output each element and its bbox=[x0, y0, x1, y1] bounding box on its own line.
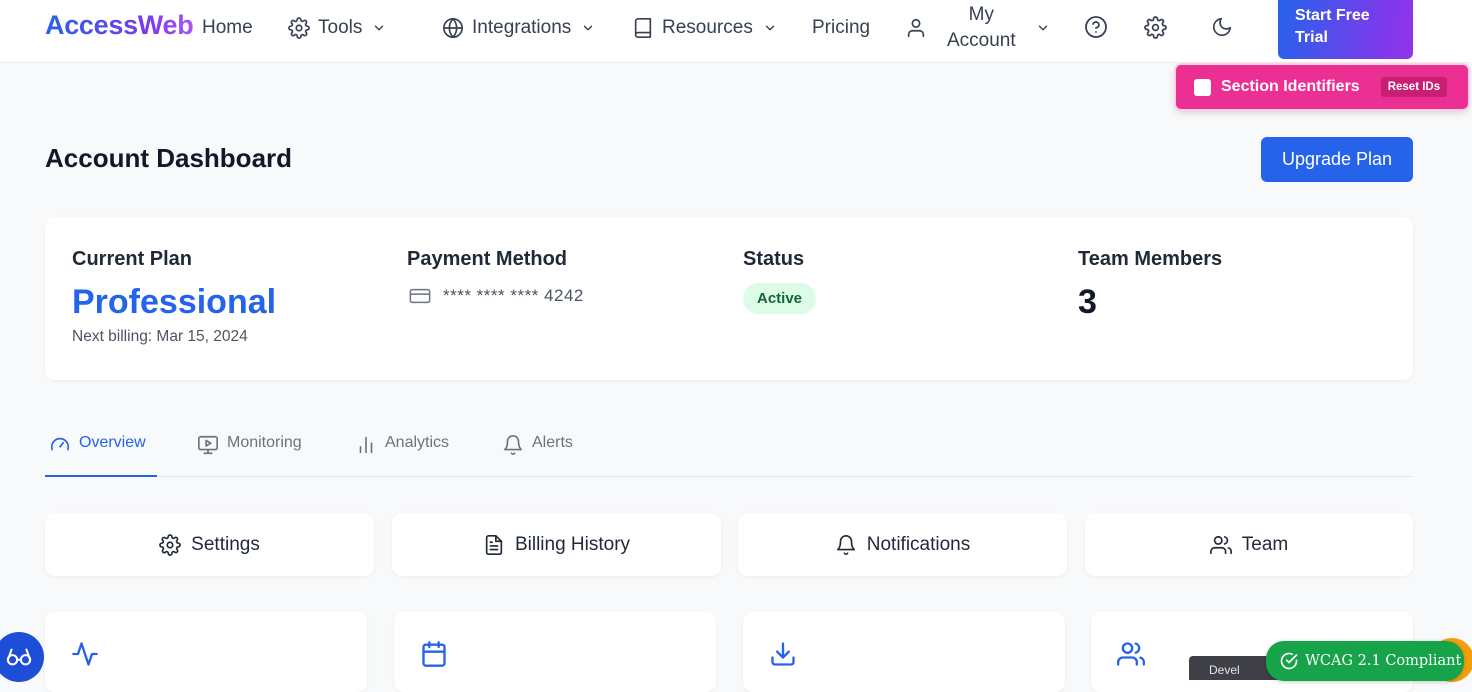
wcag-compliance-badge[interactable]: WCAG 2.1 Compliant bbox=[1266, 641, 1464, 681]
tab-alerts[interactable]: Alerts bbox=[502, 434, 573, 477]
bell-icon bbox=[502, 434, 524, 456]
accessibility-widget-button[interactable] bbox=[0, 632, 44, 682]
tab-overview-label: Overview bbox=[79, 434, 146, 451]
quick-action-billing-history-label: Billing History bbox=[514, 533, 631, 555]
user-icon bbox=[905, 17, 927, 39]
nav-resources-label: Resources bbox=[662, 17, 753, 38]
globe-icon bbox=[442, 17, 464, 39]
dark-mode-toggle[interactable] bbox=[1209, 14, 1235, 40]
team-members-count: 3 bbox=[1078, 283, 1097, 321]
quick-action-settings-label: Settings bbox=[191, 533, 260, 555]
credit-card-icon bbox=[407, 285, 433, 307]
section-identifiers-label: Section Identifiers bbox=[1221, 78, 1360, 95]
users-icon bbox=[1209, 534, 1232, 556]
chevron-down-icon bbox=[579, 21, 595, 35]
tab-analytics-label: Analytics bbox=[385, 434, 450, 451]
nav-pricing[interactable]: Pricing bbox=[812, 0, 870, 56]
tab-overview[interactable]: Overview bbox=[45, 434, 157, 477]
payment-card-row: **** **** **** 4242 bbox=[407, 285, 584, 307]
settings-button[interactable] bbox=[1142, 14, 1168, 40]
chevron-down-icon bbox=[1034, 21, 1050, 35]
moon-icon bbox=[1211, 16, 1233, 38]
quick-action-billing-history[interactable]: Billing History bbox=[392, 513, 721, 576]
status-label: Status bbox=[743, 248, 805, 270]
nav-my-account-label: My Account bbox=[947, 2, 1016, 54]
book-icon bbox=[632, 17, 654, 39]
reset-ids-button[interactable]: Reset IDs bbox=[1380, 77, 1448, 97]
section-identifiers-panel: Section Identifiers Reset IDs bbox=[1176, 65, 1468, 109]
nav-integrations-label: Integrations bbox=[472, 17, 572, 38]
page-title: Account Dashboard bbox=[45, 143, 293, 173]
account-summary-card: Current Plan Professional Next billing: … bbox=[45, 217, 1413, 380]
dev-tools-chip-label: Devel bbox=[1209, 663, 1240, 677]
section-identifiers-checkbox[interactable] bbox=[1194, 78, 1211, 96]
file-text-icon bbox=[483, 534, 505, 556]
status-block: Status Active bbox=[743, 248, 817, 314]
status-badge: Active bbox=[743, 283, 817, 314]
stat-card-calendar bbox=[394, 612, 716, 692]
nav-integrations[interactable]: Integrations bbox=[442, 0, 595, 56]
tab-monitoring[interactable]: Monitoring bbox=[197, 434, 302, 477]
trial-line-1: Start Free bbox=[1295, 7, 1370, 24]
next-billing-date: Next billing: Mar 15, 2024 bbox=[72, 328, 248, 345]
quick-action-team-label: Team bbox=[1241, 533, 1289, 555]
quick-action-team[interactable]: Team bbox=[1085, 513, 1413, 576]
stat-card-activity bbox=[45, 612, 367, 692]
brand-logo[interactable]: AccessWeb bbox=[45, 10, 194, 41]
chevron-down-icon bbox=[761, 21, 777, 35]
wcag-badge-label: WCAG 2.1 Compliant bbox=[1305, 653, 1462, 669]
current-plan-block: Current Plan Professional Next billing: … bbox=[72, 248, 276, 346]
bar-chart-icon bbox=[355, 434, 377, 456]
nav-home-label: Home bbox=[202, 17, 253, 38]
team-members-block: Team Members 3 bbox=[1078, 248, 1222, 322]
nav-home[interactable]: Home bbox=[202, 0, 253, 56]
plan-name: Professional bbox=[72, 283, 277, 321]
quick-action-settings[interactable]: Settings bbox=[45, 513, 374, 576]
account-line-2: Account bbox=[947, 30, 1016, 51]
current-plan-label: Current Plan bbox=[72, 248, 193, 270]
trial-line-2: Trial bbox=[1295, 29, 1328, 46]
nav-pricing-label: Pricing bbox=[812, 17, 871, 38]
activity-icon bbox=[71, 640, 99, 668]
stat-card-download bbox=[743, 612, 1065, 692]
start-free-trial-button[interactable]: Start Free Trial bbox=[1278, 0, 1413, 59]
gear-icon bbox=[1143, 15, 1167, 39]
nav-resources[interactable]: Resources bbox=[632, 0, 777, 56]
monitor-play-icon bbox=[197, 434, 219, 456]
nav-my-account[interactable]: My Account bbox=[905, 0, 1050, 56]
check-circle-icon bbox=[1280, 652, 1298, 670]
quick-action-notifications[interactable]: Notifications bbox=[738, 513, 1067, 576]
team-members-label: Team Members bbox=[1078, 248, 1223, 270]
tab-alerts-label: Alerts bbox=[532, 434, 573, 451]
account-line-1: My bbox=[968, 4, 994, 25]
quick-action-notifications-label: Notifications bbox=[866, 533, 971, 555]
payment-method-label: Payment Method bbox=[407, 248, 568, 270]
tab-monitoring-label: Monitoring bbox=[227, 434, 302, 451]
gauge-icon bbox=[49, 434, 71, 456]
payment-method-block: Payment Method **** **** **** 4242 bbox=[407, 248, 584, 307]
download-icon bbox=[769, 640, 797, 668]
card-number: **** **** **** 4242 bbox=[443, 286, 584, 305]
tab-analytics[interactable]: Analytics bbox=[355, 434, 449, 477]
bell-icon bbox=[835, 534, 857, 556]
nav-tools-label: Tools bbox=[318, 17, 363, 38]
upgrade-plan-button[interactable]: Upgrade Plan bbox=[1261, 137, 1413, 182]
users-icon bbox=[1117, 640, 1145, 668]
chevron-down-icon bbox=[370, 21, 386, 35]
calendar-icon bbox=[420, 640, 448, 668]
gear-icon bbox=[288, 17, 310, 39]
dashboard-tabs: Overview Monitoring Analytics Alerts bbox=[45, 418, 1413, 477]
nav-tools[interactable]: Tools bbox=[288, 0, 386, 56]
top-navbar: AccessWeb Home Tools Integrations Resour… bbox=[0, 0, 1472, 63]
help-circle-icon bbox=[1084, 15, 1108, 39]
gear-icon bbox=[159, 533, 182, 556]
glasses-icon bbox=[6, 646, 32, 668]
help-button[interactable] bbox=[1083, 14, 1109, 40]
